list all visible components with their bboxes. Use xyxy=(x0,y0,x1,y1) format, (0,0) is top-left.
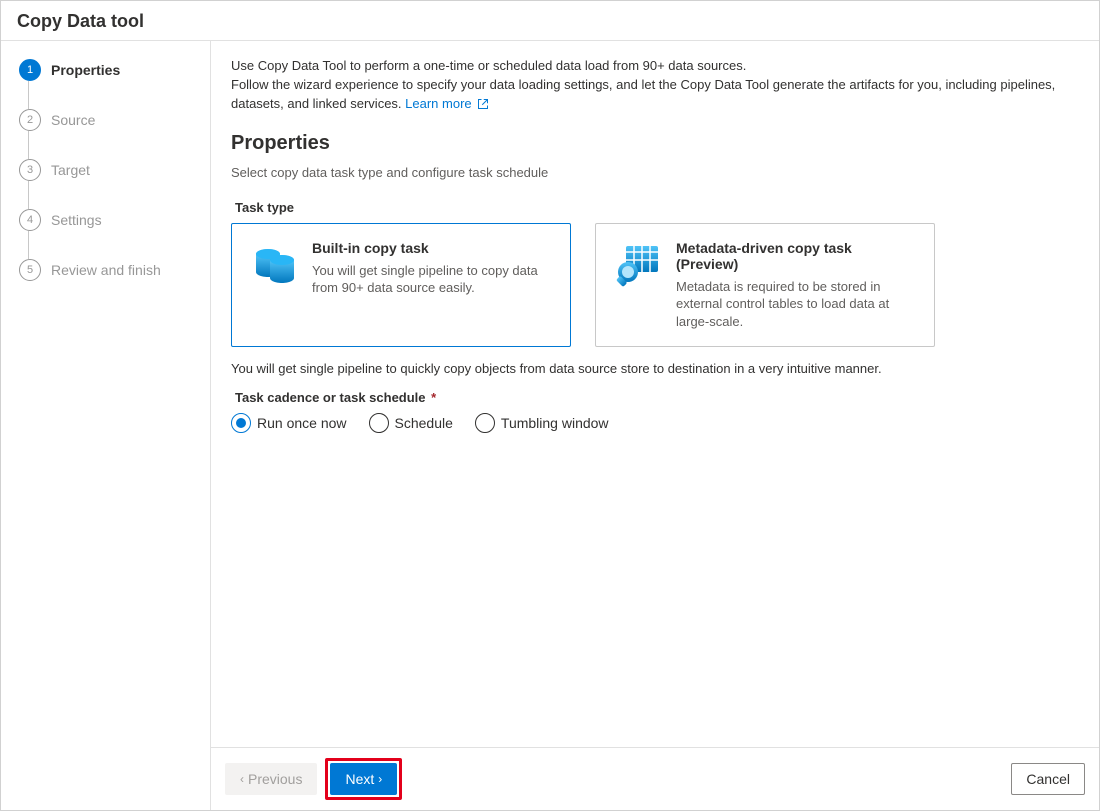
open-new-window-icon xyxy=(477,98,489,110)
next-button-highlight: Next › xyxy=(325,758,402,800)
previous-button[interactable]: ‹ Previous xyxy=(225,763,317,795)
step-label: Source xyxy=(51,112,95,128)
card-title: Metadata-driven copy task (Preview) xyxy=(676,240,916,272)
task-type-cards: Built-in copy task You will get single p… xyxy=(231,223,1079,348)
card-metadata-copy[interactable]: Metadata-driven copy task (Preview) Meta… xyxy=(595,223,935,348)
card-title: Built-in copy task xyxy=(312,240,552,256)
radio-tumbling-window[interactable]: Tumbling window xyxy=(475,413,609,433)
copy-data-window: Copy Data tool 1 Properties 2 Source 3 T… xyxy=(0,0,1100,811)
required-asterisk: * xyxy=(428,390,437,405)
radio-schedule[interactable]: Schedule xyxy=(369,413,453,433)
radio-label: Run once now xyxy=(257,415,347,431)
step-number: 5 xyxy=(19,259,41,281)
window-body: 1 Properties 2 Source 3 Target 4 Setting… xyxy=(1,41,1099,810)
cadence-label: Task cadence or task schedule * xyxy=(235,390,1079,405)
step-source[interactable]: 2 Source xyxy=(19,109,198,131)
radio-dot-icon xyxy=(369,413,389,433)
radio-run-once[interactable]: Run once now xyxy=(231,413,347,433)
database-icon xyxy=(250,240,298,288)
step-label: Target xyxy=(51,162,90,178)
chevron-left-icon: ‹ xyxy=(240,772,244,786)
card-builtin-copy[interactable]: Built-in copy task You will get single p… xyxy=(231,223,571,348)
intro-text: Use Copy Data Tool to perform a one-time… xyxy=(231,57,1079,114)
step-number: 4 xyxy=(19,209,41,231)
cadence-radio-group: Run once now Schedule Tumbling window xyxy=(231,413,1079,433)
task-type-label: Task type xyxy=(235,200,1079,215)
radio-dot-icon xyxy=(475,413,495,433)
radio-dot-icon xyxy=(231,413,251,433)
cancel-button[interactable]: Cancel xyxy=(1011,763,1085,795)
learn-more-link[interactable]: Learn more xyxy=(405,96,489,111)
step-number: 1 xyxy=(19,59,41,81)
main-panel: Use Copy Data Tool to perform a one-time… xyxy=(211,41,1099,810)
step-number: 3 xyxy=(19,159,41,181)
window-title: Copy Data tool xyxy=(1,1,1099,41)
chevron-right-icon: › xyxy=(378,772,382,786)
step-settings[interactable]: 4 Settings xyxy=(19,209,198,231)
page-subtext: Select copy data task type and configure… xyxy=(231,165,1079,180)
wizard-footer: ‹ Previous Next › Cancel xyxy=(211,747,1099,810)
radio-label: Tumbling window xyxy=(501,415,609,431)
next-button[interactable]: Next › xyxy=(330,763,397,795)
intro-line2: Follow the wizard experience to specify … xyxy=(231,77,1055,111)
radio-label: Schedule xyxy=(395,415,453,431)
card-desc: You will get single pipeline to copy dat… xyxy=(312,262,552,297)
step-target[interactable]: 3 Target xyxy=(19,159,198,181)
step-label: Review and finish xyxy=(51,262,161,278)
wizard-sidebar: 1 Properties 2 Source 3 Target 4 Setting… xyxy=(1,41,211,810)
page-heading: Properties xyxy=(231,132,1079,155)
metadata-search-icon xyxy=(614,240,662,288)
step-label: Properties xyxy=(51,62,120,78)
step-number: 2 xyxy=(19,109,41,131)
content-area: Use Copy Data Tool to perform a one-time… xyxy=(211,41,1099,747)
task-type-note: You will get single pipeline to quickly … xyxy=(231,361,1079,376)
card-desc: Metadata is required to be stored in ext… xyxy=(676,278,916,331)
step-label: Settings xyxy=(51,212,102,228)
step-review[interactable]: 5 Review and finish xyxy=(19,259,198,281)
step-properties[interactable]: 1 Properties xyxy=(19,59,198,81)
intro-line1: Use Copy Data Tool to perform a one-time… xyxy=(231,58,746,73)
